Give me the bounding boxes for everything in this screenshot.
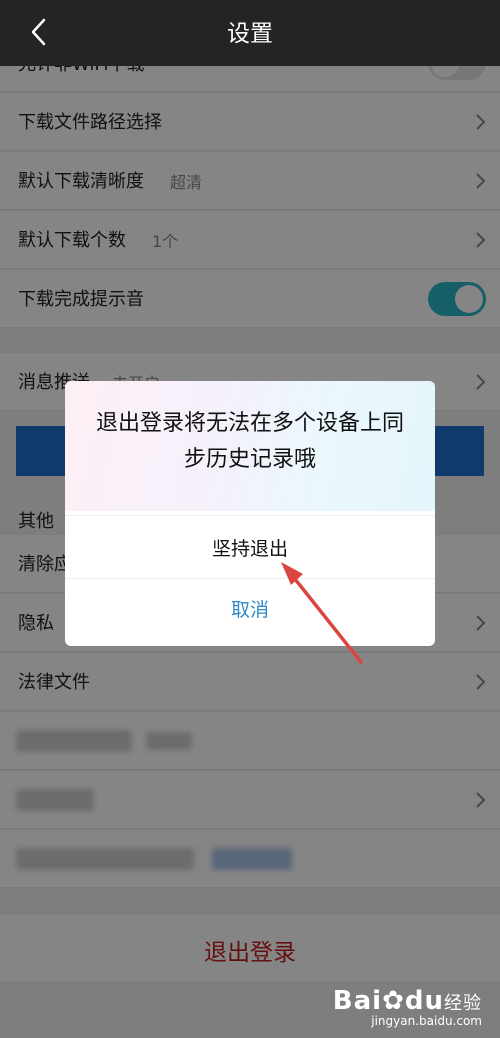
divider [65,578,435,579]
watermark-url: jingyan.baidu.com [371,1014,482,1028]
watermark-brand: Bai [332,986,383,1016]
divider [65,515,435,516]
baidu-jingyan-watermark: Bai✿du经验 jingyan.baidu.com [333,986,482,1028]
dialog-message: 退出登录将无法在多个设备上同步历史记录哦 [95,411,404,472]
paw-icon: ✿ [382,986,405,1016]
cancel-button[interactable]: 取消 [65,588,435,632]
top-bar: 设置 [0,0,500,66]
watermark-sub: 经验 [444,993,482,1014]
watermark-logo: Bai✿du经验 [333,986,482,1016]
logout-confirm-dialog: 退出登录将无法在多个设备上同步历史记录哦 坚持退出 取消 [65,381,435,646]
watermark-brand2: du [404,986,444,1016]
settings-page: 设置 允许非WiFi下载 下载文件路径选择 默认下载清晰度 超清 默认下载个数 … [0,0,500,1038]
confirm-logout-button[interactable]: 坚持退出 [65,524,435,574]
page-title: 设置 [227,21,273,47]
